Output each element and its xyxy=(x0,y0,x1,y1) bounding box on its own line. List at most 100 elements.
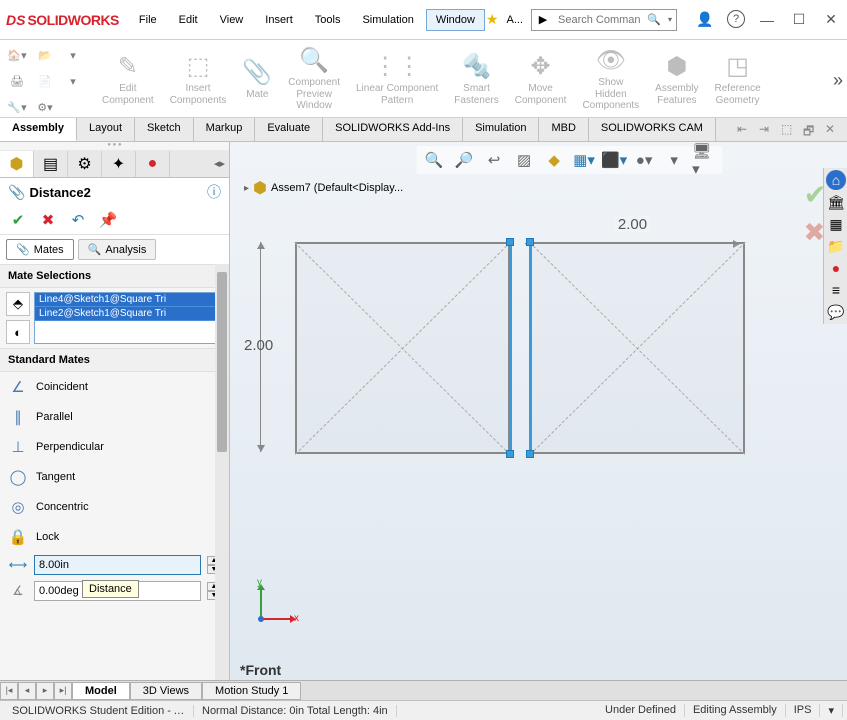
ribbon-reference-geometry[interactable]: ◳ReferenceGeometry xyxy=(707,44,769,114)
tab-max-icon[interactable]: 🗗 xyxy=(803,122,819,138)
tab-simulation[interactable]: Simulation xyxy=(463,118,539,141)
menu-view[interactable]: View xyxy=(210,9,254,31)
ribbon-insert-components[interactable]: ⬚InsertComponents xyxy=(162,44,235,114)
qa-print-icon[interactable]: 🖨 xyxy=(6,70,28,92)
ribbon-linear-pattern[interactable]: ⋮⋮Linear ComponentPattern xyxy=(348,44,446,114)
section-standard-mates[interactable]: Standard Mates ˄ xyxy=(0,348,229,372)
qa-open-icon[interactable]: 📂 xyxy=(34,44,56,66)
minimize-button[interactable]: — xyxy=(757,10,777,30)
mate-lock[interactable]: 🔒Lock xyxy=(0,522,229,552)
tab-window-icon[interactable]: ⬚ xyxy=(781,122,797,138)
mate-perpendicular[interactable]: ⊥Perpendicular xyxy=(0,432,229,462)
zoom-fit-icon[interactable]: 🔍 xyxy=(422,148,446,172)
selection-item[interactable]: Line2@Sketch1@Square Tri xyxy=(35,307,222,321)
edit-appearance-icon[interactable]: ●▾ xyxy=(632,148,656,172)
prev-view-icon[interactable]: ↩ xyxy=(482,148,506,172)
tab-nav-next-icon[interactable]: ▸ xyxy=(36,682,54,700)
section-mate-selections[interactable]: Mate Selections ˄ xyxy=(0,264,229,288)
selection-filter-faces-icon[interactable]: ◐ xyxy=(6,320,30,344)
zoom-area-icon[interactable]: 🔎 xyxy=(452,148,476,172)
panel-tab-config[interactable]: ⚙ xyxy=(68,151,102,177)
qa-more-icon[interactable]: ▾ xyxy=(62,70,84,92)
menu-tools[interactable]: Tools xyxy=(305,9,351,31)
close-button[interactable]: ✕ xyxy=(821,10,841,30)
help-icon[interactable]: ? xyxy=(727,10,745,28)
tab-nav-prev-icon[interactable]: ◂ xyxy=(18,682,36,700)
search-input[interactable] xyxy=(554,14,644,26)
search-icon[interactable]: 🔍 xyxy=(644,13,664,26)
mate-coincident[interactable]: ∠Coincident xyxy=(0,372,229,402)
panel-tab-display[interactable]: ✦ xyxy=(102,151,136,177)
cancel-button[interactable]: ✖ xyxy=(38,210,58,230)
ribbon-smart-fasteners[interactable]: 🔩SmartFasteners xyxy=(446,44,506,114)
mate-tangent[interactable]: ◯Tangent xyxy=(0,462,229,492)
endpoint-handle[interactable] xyxy=(506,238,514,246)
dimension-vertical[interactable]: 2.00 xyxy=(260,242,261,452)
tp-view-palette-icon[interactable]: 📁 xyxy=(826,236,846,256)
endpoint-handle[interactable] xyxy=(526,238,534,246)
bottom-tab-model[interactable]: Model xyxy=(72,682,130,700)
breadcrumb[interactable]: ▸ ⬢ Assem7 (Default<Display... xyxy=(244,178,403,198)
property-help-icon[interactable]: ⓘ xyxy=(207,182,221,202)
panel-tab-feature-tree[interactable]: ⬢ xyxy=(0,151,34,177)
selection-item[interactable]: Line4@Sketch1@Square Tri xyxy=(35,293,222,307)
menu-simulation[interactable]: Simulation xyxy=(352,9,423,31)
tab-evaluate[interactable]: Evaluate xyxy=(255,118,323,141)
panel-grip-icon[interactable]: ● ● ● xyxy=(0,142,229,150)
tab-nav-last-icon[interactable]: ▸| xyxy=(54,682,72,700)
endpoint-handle[interactable] xyxy=(506,450,514,458)
display-style-icon[interactable]: ▦▾ xyxy=(572,148,596,172)
qa-save-icon[interactable]: ▾ xyxy=(62,44,84,66)
pushpin-button[interactable]: 📌 xyxy=(98,210,118,230)
endpoint-handle[interactable] xyxy=(526,450,534,458)
tab-layout[interactable]: Layout xyxy=(77,118,135,141)
maximize-button[interactable]: ☐ xyxy=(789,10,809,30)
tp-resources-icon[interactable]: ⌂ xyxy=(826,170,846,190)
section-view-icon[interactable]: ▨ xyxy=(512,148,536,172)
tp-file-explorer-icon[interactable]: ▦ xyxy=(826,214,846,234)
subtab-mates[interactable]: 📎Mates xyxy=(6,239,74,260)
dynamic-ann-icon[interactable]: ◆ xyxy=(542,148,566,172)
bottom-tab-3dviews[interactable]: 3D Views xyxy=(130,682,202,700)
tab-nav-first-icon[interactable]: |◂ xyxy=(0,682,18,700)
tp-custom-props-icon[interactable]: ≡ xyxy=(826,280,846,300)
panel-tab-property[interactable]: ▤ xyxy=(34,151,68,177)
bottom-tab-motion-study[interactable]: Motion Study 1 xyxy=(202,682,301,700)
selection-filter-entities-icon[interactable]: ⬘ xyxy=(6,292,30,316)
distance-input[interactable] xyxy=(34,555,201,575)
apply-scene-icon[interactable]: ▾ xyxy=(662,148,686,172)
breadcrumb-expand-icon[interactable]: ▸ xyxy=(244,183,249,194)
status-dropdown-icon[interactable]: ▾ xyxy=(820,704,843,717)
ribbon-mate[interactable]: 📎Mate xyxy=(234,44,280,114)
qa-home-icon[interactable]: 🏠▾ xyxy=(6,44,28,66)
tab-markup[interactable]: Markup xyxy=(194,118,256,141)
subtab-analysis[interactable]: 🔍Analysis xyxy=(78,239,157,260)
ribbon-show-hidden[interactable]: 👁ShowHiddenComponents xyxy=(574,44,647,114)
user-icon[interactable]: 👤 xyxy=(695,10,715,30)
status-unit-system[interactable]: IPS xyxy=(786,704,821,717)
ok-button[interactable]: ✔ xyxy=(8,210,28,230)
mate-concentric[interactable]: ◎Concentric xyxy=(0,492,229,522)
selected-edge-line2[interactable] xyxy=(529,242,532,454)
view-settings-icon[interactable]: 🖥▾ xyxy=(692,148,716,172)
ribbon-move-component[interactable]: ✥MoveComponent xyxy=(507,44,575,114)
tab-cam[interactable]: SOLIDWORKS CAM xyxy=(589,118,716,141)
star-icon[interactable]: ★ xyxy=(486,11,499,28)
search-button-icon[interactable]: ▶ xyxy=(532,10,554,30)
panel-scrollbar[interactable] xyxy=(215,264,229,680)
tab-collapse-left-icon[interactable]: ⇤ xyxy=(737,122,753,138)
panel-tab-appearance[interactable]: ● xyxy=(136,151,170,177)
tp-design-library-icon[interactable]: 🏛 xyxy=(826,192,846,212)
ribbon-edit-component[interactable]: ✎EditComponent xyxy=(94,44,162,114)
menu-file[interactable]: File xyxy=(129,9,167,31)
ribbon-overflow-icon[interactable]: » xyxy=(833,70,843,91)
tab-assembly[interactable]: Assembly xyxy=(0,118,77,141)
menu-window[interactable]: Window xyxy=(426,9,485,31)
qa-doc-icon[interactable]: 📄 xyxy=(34,70,56,92)
ribbon-assembly-features[interactable]: ⬢AssemblyFeatures xyxy=(647,44,706,114)
panel-nav-right-icon[interactable]: ▸ xyxy=(219,157,225,170)
tab-close-icon[interactable]: ✕ xyxy=(825,122,841,138)
selected-edge-line4[interactable] xyxy=(509,242,512,454)
tp-appearances-icon[interactable]: ● xyxy=(826,258,846,278)
tab-sketch[interactable]: Sketch xyxy=(135,118,194,141)
